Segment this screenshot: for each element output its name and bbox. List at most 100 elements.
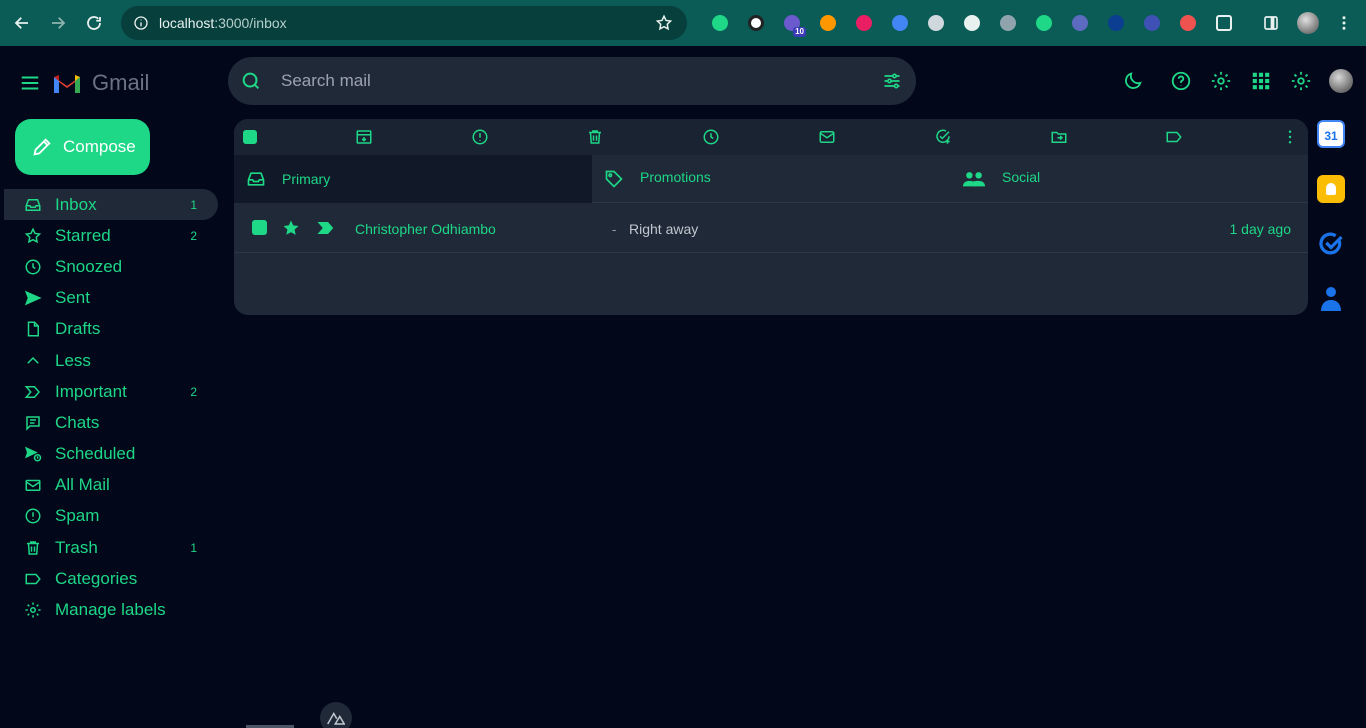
sidebar-item-spam[interactable]: Spam xyxy=(4,501,218,532)
instagram-like-icon[interactable] xyxy=(846,9,882,37)
dark-mode-icon[interactable] xyxy=(1122,70,1144,92)
delete-icon[interactable] xyxy=(586,128,604,146)
compose-button[interactable]: Compose xyxy=(15,119,150,175)
sidebar-item-less[interactable]: Less xyxy=(4,345,218,376)
side-panel-icon[interactable] xyxy=(1253,5,1289,41)
gear-blue-icon-glyph xyxy=(1072,15,1088,31)
fish-icon[interactable] xyxy=(1026,9,1062,37)
react-icon[interactable] xyxy=(954,9,990,37)
search-input[interactable] xyxy=(281,69,861,93)
fish-icon-glyph xyxy=(1036,15,1052,31)
sidebar-item-chats[interactable]: Chats xyxy=(4,407,218,438)
sidebar-item-label: Inbox xyxy=(55,194,97,214)
apps-grid-icon[interactable] xyxy=(1250,70,1272,92)
label-icon[interactable] xyxy=(1165,128,1183,146)
help-icon[interactable] xyxy=(1170,70,1192,92)
tab-promotions[interactable]: Promotions xyxy=(592,155,950,203)
select-all-checkbox[interactable] xyxy=(243,130,257,144)
doc-icon-glyph xyxy=(892,15,908,31)
important-icon xyxy=(24,383,42,401)
sidebar-item-label: Spam xyxy=(55,506,100,526)
mark-unread-icon[interactable] xyxy=(818,128,836,146)
nuxt-devtools-icon[interactable] xyxy=(320,702,352,728)
sidebar-item-label: All Mail xyxy=(55,475,110,495)
send-icon xyxy=(24,289,42,307)
sidebar-item-inbox[interactable]: Inbox 1 xyxy=(4,189,218,221)
reload-icon[interactable] xyxy=(76,5,112,41)
sidebar-item-label: Snoozed xyxy=(55,256,123,276)
clock-icon[interactable] xyxy=(738,9,774,37)
menu-icon[interactable] xyxy=(19,72,41,94)
sidebar-item-drafts[interactable]: Drafts xyxy=(4,314,218,345)
sidebar-item-snoozed[interactable]: Snoozed xyxy=(4,251,218,282)
shield-icon[interactable] xyxy=(990,9,1026,37)
settings-icon[interactable] xyxy=(1210,70,1232,92)
color-ring-icon[interactable] xyxy=(810,9,846,37)
site-info-icon[interactable] xyxy=(133,15,149,31)
tab-social[interactable]: Social xyxy=(950,155,1308,203)
gear-blue-icon[interactable] xyxy=(1062,9,1098,37)
profile-avatar[interactable] xyxy=(1297,12,1319,34)
ext-badge-icon[interactable]: 10 xyxy=(774,9,810,37)
sidebar-item-label: Manage labels xyxy=(55,600,166,620)
address-bar[interactable]: localhost:3000/inbox xyxy=(121,6,687,40)
search-bar[interactable] xyxy=(228,57,916,105)
email-checkbox[interactable] xyxy=(252,220,267,235)
instagram-like-icon-glyph xyxy=(856,15,872,31)
sidebar-item-scheduled[interactable]: Scheduled xyxy=(4,439,218,470)
avatar[interactable] xyxy=(1329,69,1353,93)
all-mail-icon xyxy=(24,476,42,494)
more-options-icon[interactable] xyxy=(1281,128,1299,146)
sidebar-item-manage-labels[interactable]: Manage labels xyxy=(4,594,218,625)
important-marker-icon[interactable] xyxy=(316,220,334,236)
tab-promotions-label: Promotions xyxy=(640,169,711,185)
browser-menu-icon[interactable] xyxy=(1326,5,1362,41)
sidebar-item-categories[interactable]: Categories xyxy=(4,563,218,594)
sidebar-item-label: Important xyxy=(55,381,127,401)
tab-primary[interactable]: Primary xyxy=(234,155,592,203)
check-icon[interactable] xyxy=(1098,9,1134,37)
keep-icon[interactable] xyxy=(1317,175,1345,203)
report-spam-icon[interactable] xyxy=(471,128,489,146)
doc-icon[interactable] xyxy=(882,9,918,37)
tasks-icon[interactable] xyxy=(1317,230,1345,258)
sidebar-item-starred[interactable]: Starred 2 xyxy=(4,220,218,251)
archive-icon[interactable] xyxy=(355,128,373,146)
logo-text: Gmail xyxy=(92,70,150,95)
people-icon xyxy=(962,172,986,187)
sidebar-item-all-mail[interactable]: All Mail xyxy=(4,470,218,501)
target-icon[interactable] xyxy=(918,9,954,37)
account-settings-icon[interactable] xyxy=(1290,70,1312,92)
calendar-icon[interactable]: 31 xyxy=(1317,120,1345,148)
bookmark-star-icon[interactable] xyxy=(655,14,673,32)
sidebar-item-trash[interactable]: Trash 1 xyxy=(4,532,218,563)
extensions-bar: 10 xyxy=(702,9,1242,37)
compose-label: Compose xyxy=(63,137,136,156)
star-icon xyxy=(24,227,42,245)
search-icon[interactable] xyxy=(240,70,262,92)
tab-primary-label: Primary xyxy=(282,171,331,187)
label-icon xyxy=(24,570,42,588)
puzzle-icon[interactable] xyxy=(1206,9,1242,37)
bolt-icon[interactable] xyxy=(1134,9,1170,37)
bookmark-icon[interactable] xyxy=(1170,9,1206,37)
star-icon[interactable] xyxy=(282,219,300,237)
nuxt-devtools-icon[interactable] xyxy=(702,9,738,37)
clock-icon-glyph xyxy=(748,15,764,31)
sidebar-item-sent[interactable]: Sent xyxy=(4,283,218,314)
search-options-icon[interactable] xyxy=(882,71,902,91)
sidebar-item-important[interactable]: Important 2 xyxy=(4,376,218,407)
sidebar-nav: Inbox 1 Starred 2 Snoozed Sent Drafts Less Impor… xyxy=(4,189,218,626)
sidebar-item-label: Scheduled xyxy=(55,444,136,464)
contacts-icon[interactable] xyxy=(1317,285,1345,313)
sidebar-item-label: Less xyxy=(55,350,91,370)
add-task-icon[interactable] xyxy=(934,128,952,146)
email-row[interactable]: Christopher Odhiambo - Right away 1 day … xyxy=(234,204,1308,253)
snooze-icon[interactable] xyxy=(702,128,720,146)
forward-icon[interactable] xyxy=(40,5,76,41)
bookmark-icon-glyph xyxy=(1180,15,1196,31)
move-to-icon[interactable] xyxy=(1050,128,1068,146)
back-icon[interactable] xyxy=(4,5,40,41)
chat-icon xyxy=(24,414,42,432)
gmail-logo[interactable]: Gmail xyxy=(52,70,149,96)
